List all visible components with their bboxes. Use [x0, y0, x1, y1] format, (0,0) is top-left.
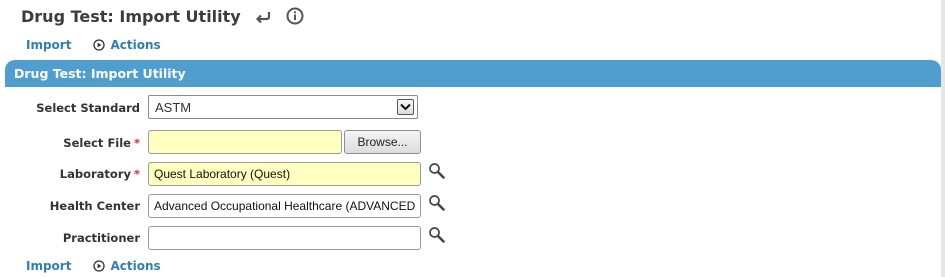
practitioner-label: Practitioner: [62, 231, 140, 245]
magnifier-icon[interactable]: [428, 194, 446, 212]
laboratory-label: Laboratory *: [60, 167, 140, 181]
select-file-label-text: Select File: [63, 136, 131, 150]
play-circle-icon: [93, 260, 106, 272]
import-link[interactable]: Import: [26, 259, 71, 273]
health-center-input[interactable]: Advanced Occupational Healthcare (ADVANC…: [148, 194, 421, 218]
standard-select-value: ASTM: [155, 99, 192, 115]
scrollbar[interactable]: [941, 0, 945, 277]
laboratory-input[interactable]: Quest Laboratory (Quest): [148, 162, 421, 186]
panel-title: Drug Test: Import Utility: [14, 66, 186, 81]
back-arrow-icon[interactable]: [253, 6, 273, 26]
actions-label: Actions: [110, 38, 161, 52]
browse-button[interactable]: Browse...: [344, 130, 421, 154]
file-input[interactable]: [148, 130, 342, 154]
select-file-label: Select File *: [63, 136, 140, 150]
practitioner-input[interactable]: [148, 226, 421, 250]
magnifier-icon[interactable]: [428, 226, 446, 244]
select-standard-label: Select Standard: [36, 101, 140, 115]
top-toolbar: Import Actions: [26, 37, 161, 53]
required-marker: *: [133, 136, 140, 150]
page-title: Drug Test: Import Utility: [21, 6, 241, 26]
actions-menu[interactable]: Actions: [93, 259, 161, 273]
info-icon[interactable]: [285, 6, 305, 26]
chevron-down-icon[interactable]: [397, 99, 414, 115]
panel-header: Drug Test: Import Utility: [5, 60, 941, 87]
play-circle-icon: [93, 39, 106, 51]
page-header: Drug Test: Import Utility: [21, 4, 305, 28]
import-link[interactable]: Import: [26, 38, 71, 52]
laboratory-label-text: Laboratory: [59, 167, 131, 181]
magnifier-icon[interactable]: [428, 162, 446, 180]
standard-select[interactable]: ASTM: [148, 95, 418, 119]
required-marker: *: [133, 167, 140, 181]
actions-label: Actions: [110, 259, 161, 273]
bottom-toolbar: Import Actions: [26, 258, 161, 274]
health-center-label: Health Center: [49, 199, 140, 213]
actions-menu[interactable]: Actions: [93, 38, 161, 52]
